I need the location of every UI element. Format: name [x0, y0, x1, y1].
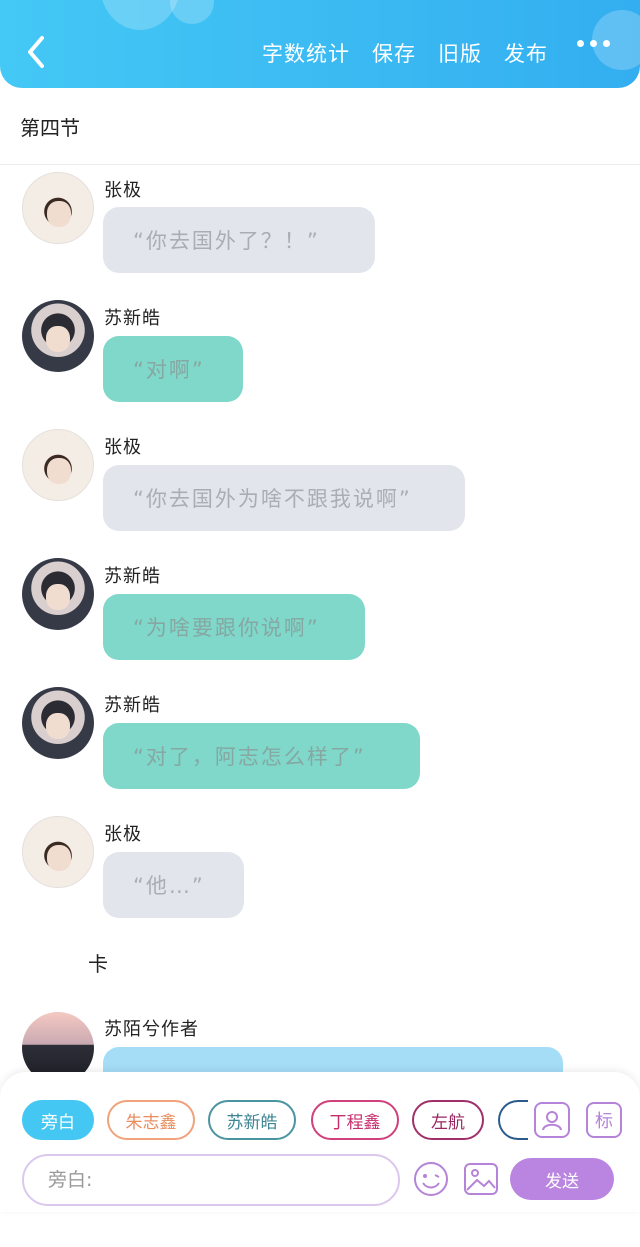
character-chip[interactable]: 朱志鑫 — [107, 1100, 195, 1140]
tag-button[interactable]: 标 — [586, 1102, 622, 1138]
character-chip[interactable]: 左航 — [412, 1100, 484, 1140]
speaker-name: 张极 — [104, 824, 142, 845]
word-count-button[interactable]: 字数统计 — [262, 38, 350, 68]
character-chip[interactable]: 丁程鑫 — [311, 1100, 399, 1140]
send-button[interactable]: 发送 — [510, 1158, 614, 1200]
more-options-button[interactable] — [577, 40, 610, 47]
decor-circle — [170, 0, 214, 24]
chevron-left-icon — [28, 36, 44, 68]
person-icon — [542, 1111, 562, 1131]
image-icon — [464, 1163, 498, 1195]
character-chip[interactable]: 苏新皓 — [208, 1100, 296, 1140]
composer-panel: 旁白 朱志鑫 苏新皓 丁程鑫 左航 标 发送 — [0, 1072, 640, 1212]
dot-icon — [603, 40, 610, 47]
narration-text[interactable]: 卡 — [88, 948, 108, 977]
message-bubble[interactable]: “你去国外了？！” — [103, 207, 375, 273]
dot-icon — [590, 40, 597, 47]
speaker-name: 苏新皓 — [104, 308, 161, 329]
message-bubble[interactable]: “他…” — [103, 852, 244, 918]
speaker-name: 苏新皓 — [104, 695, 161, 716]
header-actions: 字数统计 保存 旧版 发布 — [262, 38, 548, 68]
speaker-name: 苏陌兮作者 — [104, 1019, 199, 1040]
message-bubble[interactable]: “对啊” — [103, 336, 243, 402]
divider — [0, 164, 640, 165]
section-title: 第四节 — [20, 116, 80, 140]
character-chip-narration[interactable]: 旁白 — [22, 1100, 94, 1140]
avatar — [22, 172, 94, 244]
decor-circle — [100, 0, 180, 30]
speaker-name: 张极 — [104, 437, 142, 458]
speaker-name: 张极 — [104, 180, 142, 201]
image-button[interactable] — [462, 1160, 500, 1198]
publish-button[interactable]: 发布 — [504, 38, 548, 68]
old-version-button[interactable]: 旧版 — [438, 38, 482, 68]
avatar — [22, 429, 94, 501]
character-chip-partial[interactable] — [498, 1100, 528, 1140]
avatar — [22, 300, 94, 372]
role-manage-button[interactable] — [534, 1102, 570, 1138]
emoji-icon — [414, 1162, 448, 1196]
speaker-name: 苏新皓 — [104, 566, 161, 587]
save-button[interactable]: 保存 — [372, 38, 416, 68]
top-bar: 字数统计 保存 旧版 发布 — [0, 0, 640, 88]
message-input[interactable] — [22, 1154, 400, 1206]
message-bubble[interactable]: “为啥要跟你说啊” — [103, 594, 365, 660]
dot-icon — [577, 40, 584, 47]
emoji-button[interactable] — [412, 1160, 450, 1198]
message-bubble[interactable]: “对了，阿志怎么样了” — [103, 723, 420, 789]
avatar — [22, 816, 94, 888]
avatar — [22, 687, 94, 759]
back-button[interactable] — [18, 32, 52, 72]
avatar — [22, 558, 94, 630]
message-bubble[interactable]: “你去国外为啥不跟我说啊” — [103, 465, 465, 531]
